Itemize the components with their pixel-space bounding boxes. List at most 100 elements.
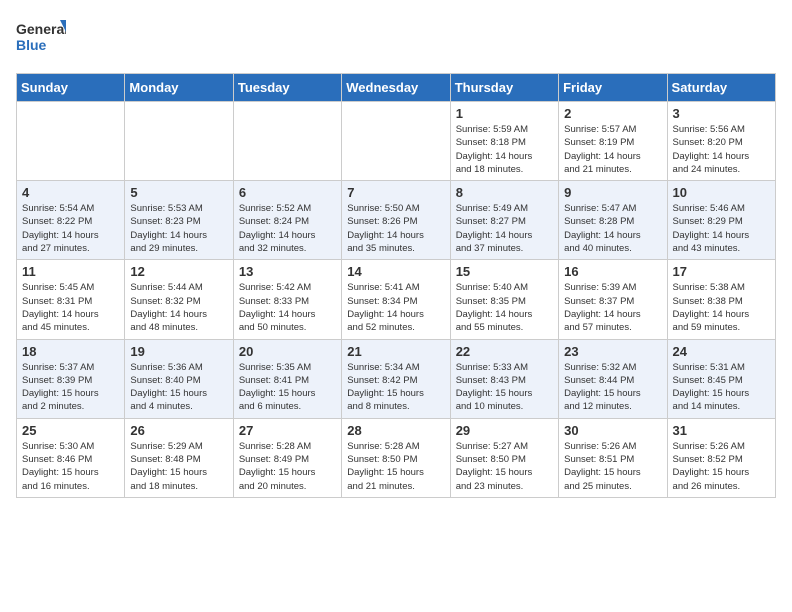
day-number: 18 <box>22 344 119 359</box>
day-number: 20 <box>239 344 336 359</box>
weekday-header-wednesday: Wednesday <box>342 74 450 102</box>
calendar-cell: 26 Sunrise: 5:29 AM Sunset: 8:48 PM Dayli… <box>125 418 233 497</box>
day-info: Sunrise: 5:28 AM Sunset: 8:50 PM Dayligh… <box>347 440 444 493</box>
calendar-cell: 25 Sunrise: 5:30 AM Sunset: 8:46 PM Dayli… <box>17 418 125 497</box>
calendar-cell <box>17 102 125 181</box>
day-info: Sunrise: 5:50 AM Sunset: 8:26 PM Dayligh… <box>347 202 444 255</box>
calendar-header-row: SundayMondayTuesdayWednesdayThursdayFrid… <box>17 74 776 102</box>
day-number: 23 <box>564 344 661 359</box>
calendar-week-row: 18 Sunrise: 5:37 AM Sunset: 8:39 PM Dayli… <box>17 339 776 418</box>
day-info: Sunrise: 5:46 AM Sunset: 8:29 PM Dayligh… <box>673 202 770 255</box>
calendar-cell: 11 Sunrise: 5:45 AM Sunset: 8:31 PM Dayli… <box>17 260 125 339</box>
logo: General Blue <box>16 16 66 61</box>
calendar-cell: 12 Sunrise: 5:44 AM Sunset: 8:32 PM Dayli… <box>125 260 233 339</box>
day-number: 30 <box>564 423 661 438</box>
day-number: 29 <box>456 423 553 438</box>
day-info: Sunrise: 5:31 AM Sunset: 8:45 PM Dayligh… <box>673 361 770 414</box>
day-info: Sunrise: 5:47 AM Sunset: 8:28 PM Dayligh… <box>564 202 661 255</box>
day-number: 15 <box>456 264 553 279</box>
calendar-cell <box>125 102 233 181</box>
day-number: 2 <box>564 106 661 121</box>
day-info: Sunrise: 5:35 AM Sunset: 8:41 PM Dayligh… <box>239 361 336 414</box>
calendar-cell: 28Sunrise: 5:28 AM Sunset: 8:50 PM Dayli… <box>342 418 450 497</box>
day-info: Sunrise: 5:54 AM Sunset: 8:22 PM Dayligh… <box>22 202 119 255</box>
calendar-cell: 23 Sunrise: 5:32 AM Sunset: 8:44 PM Dayli… <box>559 339 667 418</box>
day-number: 19 <box>130 344 227 359</box>
day-number: 8 <box>456 185 553 200</box>
day-info: Sunrise: 5:42 AM Sunset: 8:33 PM Dayligh… <box>239 281 336 334</box>
day-info: Sunrise: 5:38 AM Sunset: 8:38 PM Dayligh… <box>673 281 770 334</box>
calendar-cell: 4Sunrise: 5:54 AM Sunset: 8:22 PM Daylig… <box>17 181 125 260</box>
calendar-cell: 16 Sunrise: 5:39 AM Sunset: 8:37 PM Dayli… <box>559 260 667 339</box>
calendar-body: 1 Sunrise: 5:59 AM Sunset: 8:18 PM Daylig… <box>17 102 776 498</box>
day-number: 25 <box>22 423 119 438</box>
calendar-cell: 9 Sunrise: 5:47 AM Sunset: 8:28 PM Daylig… <box>559 181 667 260</box>
calendar-table: SundayMondayTuesdayWednesdayThursdayFrid… <box>16 73 776 498</box>
day-info: Sunrise: 5:56 AM Sunset: 8:20 PM Dayligh… <box>673 123 770 176</box>
calendar-cell: 15 Sunrise: 5:40 AM Sunset: 8:35 PM Dayli… <box>450 260 558 339</box>
calendar-week-row: 1 Sunrise: 5:59 AM Sunset: 8:18 PM Daylig… <box>17 102 776 181</box>
calendar-cell: 8 Sunrise: 5:49 AM Sunset: 8:27 PM Daylig… <box>450 181 558 260</box>
weekday-header-monday: Monday <box>125 74 233 102</box>
calendar-cell: 5 Sunrise: 5:53 AM Sunset: 8:23 PM Daylig… <box>125 181 233 260</box>
svg-text:General: General <box>16 21 66 37</box>
day-info: Sunrise: 5:32 AM Sunset: 8:44 PM Dayligh… <box>564 361 661 414</box>
calendar-cell: 7 Sunrise: 5:50 AM Sunset: 8:26 PM Daylig… <box>342 181 450 260</box>
calendar-cell: 24Sunrise: 5:31 AM Sunset: 8:45 PM Dayli… <box>667 339 775 418</box>
day-info: Sunrise: 5:40 AM Sunset: 8:35 PM Dayligh… <box>456 281 553 334</box>
day-info: Sunrise: 5:45 AM Sunset: 8:31 PM Dayligh… <box>22 281 119 334</box>
weekday-header-friday: Friday <box>559 74 667 102</box>
calendar-cell: 14Sunrise: 5:41 AM Sunset: 8:34 PM Dayli… <box>342 260 450 339</box>
day-info: Sunrise: 5:30 AM Sunset: 8:46 PM Dayligh… <box>22 440 119 493</box>
day-info: Sunrise: 5:28 AM Sunset: 8:49 PM Dayligh… <box>239 440 336 493</box>
calendar-cell: 17 Sunrise: 5:38 AM Sunset: 8:38 PM Dayli… <box>667 260 775 339</box>
weekday-header-thursday: Thursday <box>450 74 558 102</box>
day-number: 22 <box>456 344 553 359</box>
day-number: 11 <box>22 264 119 279</box>
day-info: Sunrise: 5:27 AM Sunset: 8:50 PM Dayligh… <box>456 440 553 493</box>
calendar-week-row: 25 Sunrise: 5:30 AM Sunset: 8:46 PM Dayli… <box>17 418 776 497</box>
day-number: 17 <box>673 264 770 279</box>
calendar-cell: 10Sunrise: 5:46 AM Sunset: 8:29 PM Dayli… <box>667 181 775 260</box>
day-number: 27 <box>239 423 336 438</box>
day-number: 26 <box>130 423 227 438</box>
day-info: Sunrise: 5:57 AM Sunset: 8:19 PM Dayligh… <box>564 123 661 176</box>
day-info: Sunrise: 5:44 AM Sunset: 8:32 PM Dayligh… <box>130 281 227 334</box>
day-number: 16 <box>564 264 661 279</box>
day-info: Sunrise: 5:41 AM Sunset: 8:34 PM Dayligh… <box>347 281 444 334</box>
weekday-header-tuesday: Tuesday <box>233 74 341 102</box>
calendar-cell: 20 Sunrise: 5:35 AM Sunset: 8:41 PM Dayli… <box>233 339 341 418</box>
day-info: Sunrise: 5:26 AM Sunset: 8:51 PM Dayligh… <box>564 440 661 493</box>
calendar-cell: 30 Sunrise: 5:26 AM Sunset: 8:51 PM Dayli… <box>559 418 667 497</box>
calendar-cell: 31Sunrise: 5:26 AM Sunset: 8:52 PM Dayli… <box>667 418 775 497</box>
day-number: 9 <box>564 185 661 200</box>
day-info: Sunrise: 5:59 AM Sunset: 8:18 PM Dayligh… <box>456 123 553 176</box>
page-header: General Blue <box>16 16 776 61</box>
day-info: Sunrise: 5:52 AM Sunset: 8:24 PM Dayligh… <box>239 202 336 255</box>
logo-icon: General Blue <box>16 16 66 56</box>
day-info: Sunrise: 5:49 AM Sunset: 8:27 PM Dayligh… <box>456 202 553 255</box>
weekday-header-saturday: Saturday <box>667 74 775 102</box>
day-info: Sunrise: 5:36 AM Sunset: 8:40 PM Dayligh… <box>130 361 227 414</box>
calendar-cell: 2 Sunrise: 5:57 AM Sunset: 8:19 PM Daylig… <box>559 102 667 181</box>
calendar-cell: 27 Sunrise: 5:28 AM Sunset: 8:49 PM Dayli… <box>233 418 341 497</box>
calendar-cell: 19 Sunrise: 5:36 AM Sunset: 8:40 PM Dayli… <box>125 339 233 418</box>
day-info: Sunrise: 5:53 AM Sunset: 8:23 PM Dayligh… <box>130 202 227 255</box>
day-number: 1 <box>456 106 553 121</box>
day-number: 5 <box>130 185 227 200</box>
day-number: 7 <box>347 185 444 200</box>
calendar-cell: 13Sunrise: 5:42 AM Sunset: 8:33 PM Dayli… <box>233 260 341 339</box>
calendar-cell <box>233 102 341 181</box>
calendar-cell: 3Sunrise: 5:56 AM Sunset: 8:20 PM Daylig… <box>667 102 775 181</box>
day-number: 6 <box>239 185 336 200</box>
calendar-week-row: 11 Sunrise: 5:45 AM Sunset: 8:31 PM Dayli… <box>17 260 776 339</box>
day-number: 31 <box>673 423 770 438</box>
day-number: 21 <box>347 344 444 359</box>
calendar-cell: 22 Sunrise: 5:33 AM Sunset: 8:43 PM Dayli… <box>450 339 558 418</box>
day-info: Sunrise: 5:33 AM Sunset: 8:43 PM Dayligh… <box>456 361 553 414</box>
calendar-cell: 29 Sunrise: 5:27 AM Sunset: 8:50 PM Dayli… <box>450 418 558 497</box>
day-info: Sunrise: 5:29 AM Sunset: 8:48 PM Dayligh… <box>130 440 227 493</box>
day-number: 12 <box>130 264 227 279</box>
day-info: Sunrise: 5:39 AM Sunset: 8:37 PM Dayligh… <box>564 281 661 334</box>
day-info: Sunrise: 5:37 AM Sunset: 8:39 PM Dayligh… <box>22 361 119 414</box>
